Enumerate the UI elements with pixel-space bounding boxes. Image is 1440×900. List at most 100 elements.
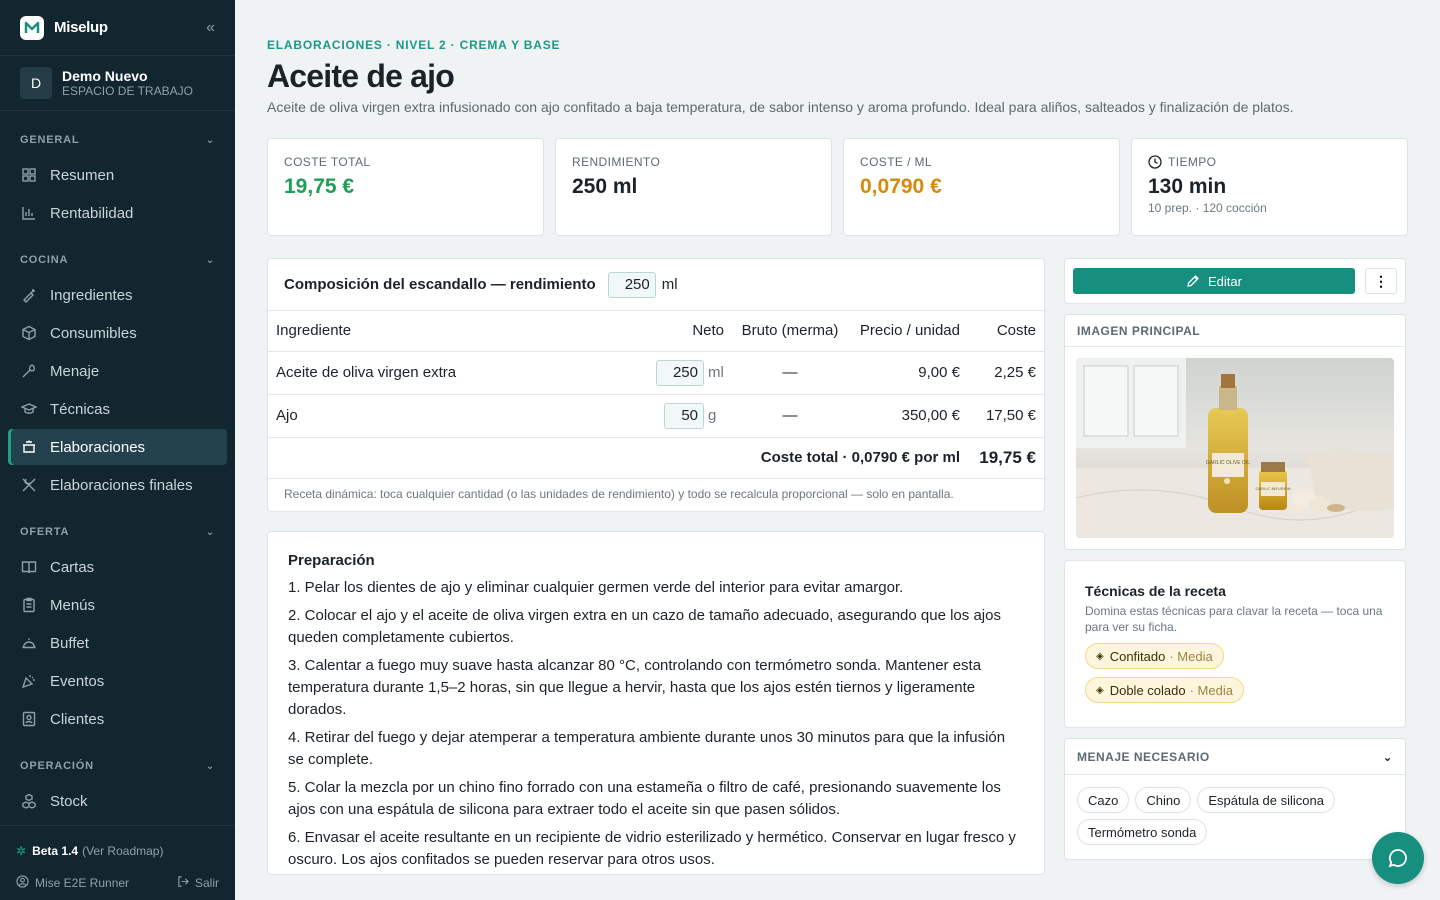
equipment-chip[interactable]: Cazo bbox=[1077, 787, 1130, 813]
preparation-card: Preparación 1. Pelar los dientes de ajo … bbox=[267, 530, 1045, 875]
ingredients-table: Ingrediente Neto Bruto (merma) Precio / … bbox=[268, 311, 1044, 479]
ingredient-name[interactable]: Aceite de oliva virgen extra bbox=[268, 351, 612, 395]
col-gross: Bruto (merma) bbox=[732, 311, 848, 352]
equipment-chip[interactable]: Termómetro sonda bbox=[1077, 819, 1208, 845]
sidebar-item-elaboraciones[interactable]: Elaboraciones bbox=[8, 429, 227, 465]
sidebar-item-label: Clientes bbox=[50, 710, 105, 728]
chat-button[interactable] bbox=[1372, 832, 1424, 884]
section-oferta-header[interactable]: OFERTA ⌄ bbox=[8, 517, 227, 547]
total-label: Coste total · 0,0790 € por ml bbox=[268, 437, 968, 479]
unit-price: 9,00 € bbox=[848, 351, 968, 395]
sidebar-item-ingredientes[interactable]: Ingredientes bbox=[8, 277, 227, 313]
sidebar-item-tecnicas[interactable]: Técnicas bbox=[8, 391, 227, 427]
sidebar-item-cartas[interactable]: Cartas bbox=[8, 549, 227, 585]
total-value: 19,75 € bbox=[968, 437, 1044, 479]
stats-row: COSTE TOTAL 19,75 € RENDIMIENTO 250 ml C… bbox=[267, 138, 1408, 236]
cutlery-icon bbox=[20, 476, 38, 494]
sidebar-item-eventos[interactable]: Eventos bbox=[8, 663, 227, 699]
section-oferta-label: OFERTA bbox=[20, 526, 70, 538]
section-cocina-header[interactable]: COCINA ⌄ bbox=[8, 245, 227, 275]
bottle-label: GARLIC OLIVE OIL bbox=[1206, 460, 1250, 466]
chevron-down-icon: ⌄ bbox=[1382, 749, 1393, 764]
chevron-down-icon: ⌄ bbox=[205, 760, 215, 772]
roadmap-label: (Ver Roadmap) bbox=[82, 844, 164, 858]
sidebar-item-rentabilidad[interactable]: Rentabilidad bbox=[8, 195, 227, 231]
equipment-header[interactable]: MENAJE NECESARIO ⌄ bbox=[1065, 739, 1405, 775]
line-cost: 17,50 € bbox=[968, 394, 1044, 438]
brand-bar: Miselup « bbox=[0, 0, 235, 56]
yield-input[interactable]: 250 bbox=[607, 271, 656, 298]
equipment-title: MENAJE NECESARIO bbox=[1077, 749, 1210, 764]
sidebar-item-clientes[interactable]: Clientes bbox=[8, 701, 227, 737]
edit-label: Editar bbox=[1208, 273, 1242, 289]
roadmap-link[interactable]: ✲ Beta 1.4 (Ver Roadmap) bbox=[16, 842, 219, 860]
clipboard-icon bbox=[20, 596, 38, 614]
more-options-button[interactable]: ⋮ bbox=[1365, 268, 1397, 294]
logout-icon bbox=[177, 875, 190, 891]
boxes-icon bbox=[20, 792, 38, 810]
workspace-avatar: D bbox=[20, 67, 52, 99]
sidebar-item-menus[interactable]: Menús bbox=[8, 587, 227, 623]
stat-value: 0,0790 € bbox=[860, 175, 942, 198]
carrot-icon bbox=[20, 286, 38, 304]
sidebar-item-stock[interactable]: Stock bbox=[8, 783, 227, 819]
breadcrumb[interactable]: ELABORACIONES · NIVEL 2 · CREMA Y BASE bbox=[267, 38, 1408, 52]
cloche-icon bbox=[20, 634, 38, 652]
logo-icon bbox=[20, 15, 44, 40]
table-row: Aceite de oliva virgen extra 250 ml — 9,0… bbox=[268, 351, 1044, 395]
chevron-down-icon: ⌄ bbox=[205, 134, 215, 146]
brand-name: Miselup bbox=[54, 19, 108, 36]
stat-value: 19,75 € bbox=[284, 175, 355, 198]
page-description: Aceite de oliva virgen extra infusionado… bbox=[267, 99, 1294, 115]
sidebar-item-consumibles[interactable]: Consumibles bbox=[8, 315, 227, 351]
cap-icon: ◈ bbox=[1096, 650, 1104, 662]
edit-button[interactable]: Editar bbox=[1073, 268, 1355, 294]
line-cost: 2,25 € bbox=[968, 351, 1044, 395]
stat-yield: RENDIMIENTO 250 ml bbox=[555, 138, 832, 236]
section-operacion-header[interactable]: OPERACIÓN ⌄ bbox=[8, 751, 227, 781]
technique-chip-confitado[interactable]: ◈ Confitado · Media bbox=[1085, 643, 1224, 669]
quantity-input[interactable]: 50 bbox=[664, 402, 704, 429]
stat-subtext: 10 prep. · 120 cocción bbox=[1148, 201, 1267, 215]
unit-price: 350,00 € bbox=[848, 394, 968, 438]
equipment-chip[interactable]: Espátula de silicona bbox=[1197, 787, 1335, 813]
sidebar-item-label: Stock bbox=[50, 792, 88, 810]
col-cost: Coste bbox=[968, 311, 1044, 352]
sidebar-item-label: Eventos bbox=[50, 672, 105, 690]
box-icon bbox=[20, 324, 38, 342]
collapse-sidebar-icon[interactable]: « bbox=[206, 19, 215, 37]
section-general-header[interactable]: GENERAL ⌄ bbox=[8, 125, 227, 155]
user-icon bbox=[16, 875, 29, 891]
sidebar-item-label: Técnicas bbox=[50, 400, 111, 418]
preparation-step: 1. Pelar los dientes de ajo y eliminar c… bbox=[288, 578, 904, 596]
ingredient-name[interactable]: Ajo bbox=[268, 394, 612, 438]
sidebar-item-label: Elaboraciones bbox=[50, 438, 146, 456]
equipment-chip[interactable]: Chino bbox=[1135, 787, 1192, 813]
sidebar-item-menaje[interactable]: Menaje bbox=[8, 353, 227, 389]
workspace-name: Demo Nuevo bbox=[62, 67, 148, 84]
technique-name: Confitado bbox=[1109, 648, 1166, 664]
grid-icon bbox=[20, 166, 38, 184]
stat-time: TIEMPO 130 min 10 prep. · 120 cocción bbox=[1131, 138, 1408, 236]
technique-chip-doble-colado[interactable]: ◈ Doble colado · Media bbox=[1085, 677, 1244, 703]
preparation-step: 5. Colar la mezcla por un chino fino for… bbox=[288, 778, 1001, 818]
stat-label: RENDIMIENTO bbox=[572, 155, 661, 169]
total-row: Coste total · 0,0790 € por ml 19,75 € bbox=[268, 437, 1044, 479]
workspace-subtitle: ESPACIO DE TRABAJO bbox=[62, 83, 193, 98]
workspace-switcher[interactable]: D Demo Nuevo ESPACIO DE TRABAJO bbox=[0, 56, 235, 111]
composition-card: Composición del escandallo — rendimiento… bbox=[267, 258, 1045, 512]
sparkle-icon: ✲ bbox=[16, 844, 27, 858]
quantity-input[interactable]: 250 bbox=[656, 359, 704, 386]
sidebar-item-resumen[interactable]: Resumen bbox=[8, 157, 227, 193]
preparation-step: 6. Envasar el aceite resultante en un re… bbox=[288, 828, 1016, 868]
stat-total-cost: COSTE TOTAL 19,75 € bbox=[267, 138, 544, 236]
equipment-card: MENAJE NECESARIO ⌄ Cazo Chino Espátula de… bbox=[1064, 738, 1406, 860]
pot-icon bbox=[20, 438, 38, 456]
bar-chart-icon bbox=[20, 204, 38, 222]
logout-button[interactable]: Salir bbox=[177, 875, 219, 891]
sidebar-item-buffet[interactable]: Buffet bbox=[8, 625, 227, 661]
main-image-title: IMAGEN PRINCIPAL bbox=[1065, 315, 1405, 347]
chevron-down-icon: ⌄ bbox=[205, 254, 215, 266]
sidebar-item-elaboraciones-finales[interactable]: Elaboraciones finales bbox=[8, 467, 227, 503]
recipe-image[interactable]: GARLIC OLIVE OIL GARLIC INFUSION bbox=[1076, 358, 1394, 538]
